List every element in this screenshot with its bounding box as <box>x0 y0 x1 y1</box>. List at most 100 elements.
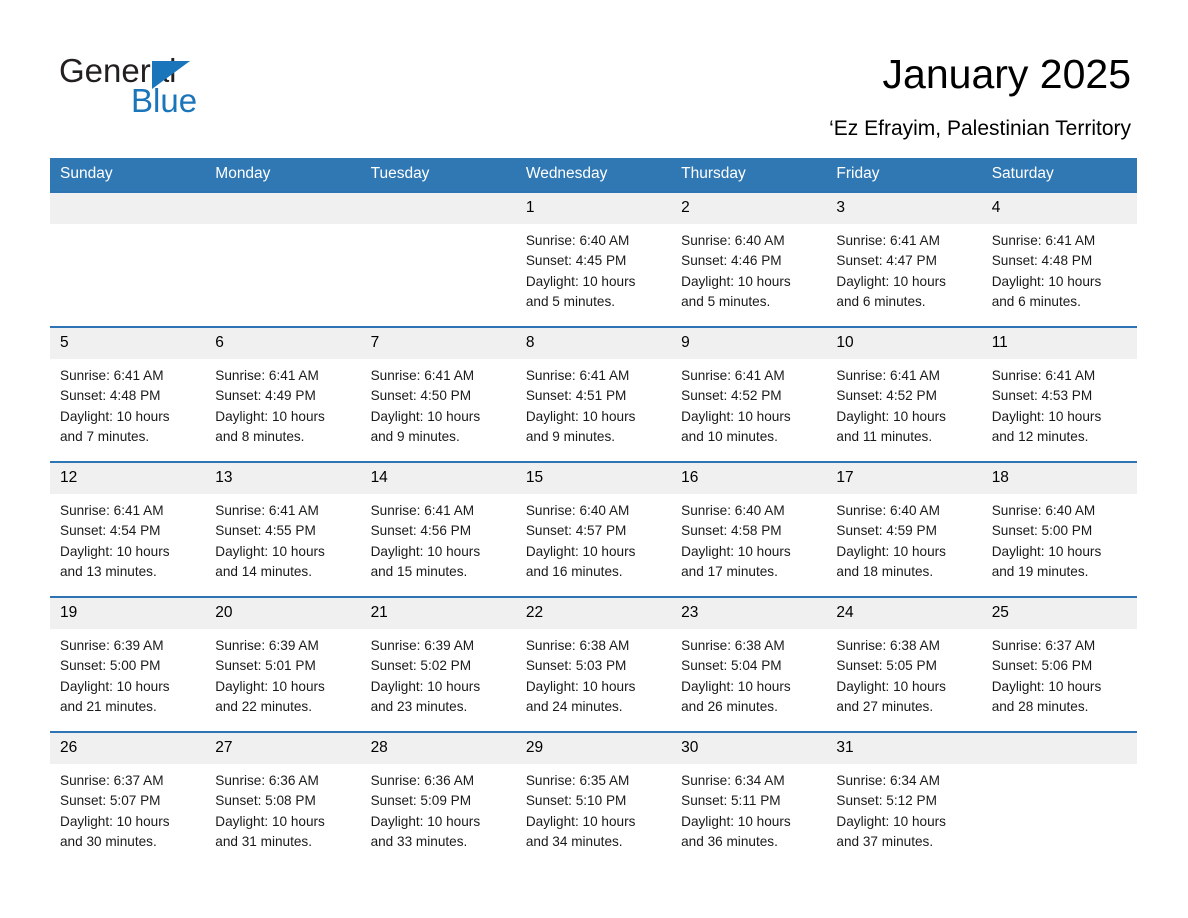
weekday-header-monday: Monday <box>205 158 361 192</box>
day-number: 7 <box>360 328 516 359</box>
daylight-text-line1: Daylight: 10 hours <box>525 678 636 694</box>
day-details: Sunrise: 6:35 AM Sunset: 5:10 PM Daylight:… <box>516 764 671 852</box>
sunrise-text: Sunrise: 6:41 AM <box>60 503 164 518</box>
weekday-header-friday: Friday <box>826 158 982 192</box>
sunset-text: Sunset: 5:09 PM <box>370 793 472 809</box>
day-details: Sunrise: 6:41 AM Sunset: 4:50 PM Daylight:… <box>361 359 516 447</box>
daylight-text-line2: and 31 minutes. <box>215 833 313 849</box>
daylight-text-line1: Daylight: 10 hours <box>991 678 1102 694</box>
day-number <box>50 193 206 224</box>
calendar-day-cell[interactable]: 21 Sunrise: 6:39 AM Sunset: 5:02 PM Dayligh… <box>360 596 516 732</box>
day-details: Sunrise: 6:41 AM Sunset: 4:54 PM Daylight:… <box>50 494 205 582</box>
calendar-day-cell[interactable]: 2 Sunrise: 6:40 AM Sunset: 4:46 PM Daylight… <box>671 191 827 327</box>
calendar-day-cell[interactable]: 30 Sunrise: 6:34 AM Sunset: 5:11 PM Dayligh… <box>671 731 827 866</box>
daylight-text-line1: Daylight: 10 hours <box>836 543 946 559</box>
calendar-day-cell[interactable]: 10 Sunrise: 6:41 AM Sunset: 4:52 PM Dayligh… <box>826 326 982 462</box>
sunrise-text: Sunrise: 6:41 AM <box>836 233 940 248</box>
calendar-day-cell[interactable]: 1 Sunrise: 6:40 AM Sunset: 4:45 PM Daylight… <box>515 191 672 327</box>
daylight-text-line1: Daylight: 10 hours <box>681 678 791 694</box>
calendar-day-cell[interactable]: 22 Sunrise: 6:38 AM Sunset: 5:03 PM Dayligh… <box>515 596 672 732</box>
daylight-text-line2: and 5 minutes. <box>525 293 616 309</box>
day-details: Sunrise: 6:38 AM Sunset: 5:05 PM Daylight:… <box>826 629 981 717</box>
daylight-text-line2: and 26 minutes. <box>681 698 778 714</box>
calendar-day-cell[interactable]: 7 Sunrise: 6:41 AM Sunset: 4:50 PM Daylight… <box>360 326 516 462</box>
calendar-day-cell[interactable]: 3 Sunrise: 6:41 AM Sunset: 4:47 PM Daylight… <box>826 191 982 327</box>
day-details: Sunrise: 6:41 AM Sunset: 4:56 PM Daylight:… <box>361 494 516 582</box>
calendar-day-cell[interactable]: 24 Sunrise: 6:38 AM Sunset: 5:05 PM Dayligh… <box>826 596 982 732</box>
sunrise-text: Sunrise: 6:39 AM <box>370 638 475 653</box>
day-number: 9 <box>671 328 827 359</box>
day-number: 11 <box>981 328 1137 359</box>
daylight-text-line1: Daylight: 10 hours <box>681 813 791 829</box>
sunrise-text: Sunrise: 6:41 AM <box>215 368 319 383</box>
day-details: Sunrise: 6:40 AM Sunset: 4:45 PM Daylight:… <box>516 224 671 312</box>
calendar-day-cell[interactable]: 18 Sunrise: 6:40 AM Sunset: 5:00 PM Dayligh… <box>981 461 1137 597</box>
daylight-text-line2: and 34 minutes. <box>525 833 623 849</box>
daylight-text-line2: and 9 minutes. <box>525 428 616 444</box>
day-number: 30 <box>671 733 827 764</box>
day-details: Sunrise: 6:34 AM Sunset: 5:12 PM Daylight:… <box>826 764 981 852</box>
calendar-day-cell[interactable]: 9 Sunrise: 6:41 AM Sunset: 4:52 PM Daylight… <box>671 326 827 462</box>
calendar-day-cell[interactable]: 16 Sunrise: 6:40 AM Sunset: 4:58 PM Dayligh… <box>671 461 827 597</box>
calendar-day-cell[interactable]: 8 Sunrise: 6:41 AM Sunset: 4:51 PM Daylight… <box>515 326 672 462</box>
sunset-text: Sunset: 4:55 PM <box>215 523 316 539</box>
daylight-text-line1: Daylight: 10 hours <box>60 678 170 694</box>
calendar-week-row: 19 Sunrise: 6:39 AM Sunset: 5:00 PM Dayligh… <box>50 596 1137 732</box>
sunrise-text: Sunrise: 6:34 AM <box>681 773 785 788</box>
day-number: 21 <box>360 598 516 629</box>
sunrise-text: Sunrise: 6:40 AM <box>836 503 940 518</box>
sunrise-text: Sunrise: 6:40 AM <box>991 503 1096 518</box>
calendar-day-cell[interactable]: 27 Sunrise: 6:36 AM Sunset: 5:08 PM Dayligh… <box>205 731 361 866</box>
daylight-text-line1: Daylight: 10 hours <box>836 408 946 424</box>
day-details: Sunrise: 6:41 AM Sunset: 4:49 PM Daylight:… <box>205 359 360 447</box>
calendar-day-cell[interactable]: 12 Sunrise: 6:41 AM Sunset: 4:54 PM Dayligh… <box>50 461 206 597</box>
day-number: 14 <box>360 463 516 494</box>
day-details: Sunrise: 6:40 AM Sunset: 4:46 PM Daylight:… <box>671 224 826 312</box>
day-details: Sunrise: 6:34 AM Sunset: 5:11 PM Daylight:… <box>671 764 826 852</box>
sunset-text: Sunset: 4:59 PM <box>836 523 937 539</box>
calendar-day-cell[interactable]: 17 Sunrise: 6:40 AM Sunset: 4:59 PM Dayligh… <box>826 461 982 597</box>
calendar-day-cell[interactable]: 15 Sunrise: 6:40 AM Sunset: 4:57 PM Dayligh… <box>515 461 672 597</box>
calendar-day-cell[interactable]: 14 Sunrise: 6:41 AM Sunset: 4:56 PM Dayligh… <box>360 461 516 597</box>
sunset-text: Sunset: 5:07 PM <box>60 793 161 809</box>
sunset-text: Sunset: 5:05 PM <box>836 658 937 674</box>
sunrise-text: Sunrise: 6:38 AM <box>681 638 785 653</box>
calendar-day-cell[interactable]: 11 Sunrise: 6:41 AM Sunset: 4:53 PM Dayligh… <box>981 326 1137 462</box>
calendar-day-cell[interactable]: 31 Sunrise: 6:34 AM Sunset: 5:12 PM Dayligh… <box>826 731 982 866</box>
sunrise-text: Sunrise: 6:40 AM <box>525 503 630 518</box>
daylight-text-line1: Daylight: 10 hours <box>991 273 1102 289</box>
daylight-text-line1: Daylight: 10 hours <box>370 678 481 694</box>
page-header: General Blue January 2025 ‘Ez Efrayim, P… <box>0 0 1188 155</box>
calendar-day-cell[interactable]: 29 Sunrise: 6:35 AM Sunset: 5:10 PM Dayligh… <box>515 731 672 866</box>
calendar-day-cell[interactable]: 5 Sunrise: 6:41 AM Sunset: 4:48 PM Daylight… <box>50 326 206 462</box>
calendar-day-cell[interactable]: 4 Sunrise: 6:41 AM Sunset: 4:48 PM Daylight… <box>981 191 1137 327</box>
daylight-text-line2: and 11 minutes. <box>836 428 933 444</box>
calendar-day-cell[interactable]: 23 Sunrise: 6:38 AM Sunset: 5:04 PM Dayligh… <box>671 596 827 732</box>
daylight-text-line2: and 6 minutes. <box>991 293 1081 309</box>
sunrise-text: Sunrise: 6:38 AM <box>525 638 630 653</box>
day-number: 10 <box>826 328 982 359</box>
daylight-text-line2: and 15 minutes. <box>370 563 468 579</box>
calendar-day-cell[interactable]: 20 Sunrise: 6:39 AM Sunset: 5:01 PM Dayligh… <box>205 596 361 732</box>
calendar-day-cell[interactable]: 13 Sunrise: 6:41 AM Sunset: 4:55 PM Dayligh… <box>205 461 361 597</box>
sunset-text: Sunset: 4:54 PM <box>60 523 161 539</box>
calendar-container: Sunday Monday Tuesday Wednesday Thursday… <box>50 158 1137 866</box>
calendar-day-cell[interactable]: 26 Sunrise: 6:37 AM Sunset: 5:07 PM Dayligh… <box>50 731 206 866</box>
calendar-day-cell[interactable]: 25 Sunrise: 6:37 AM Sunset: 5:06 PM Dayligh… <box>981 596 1137 732</box>
day-details: Sunrise: 6:41 AM Sunset: 4:52 PM Daylight:… <box>671 359 826 447</box>
day-number: 24 <box>826 598 982 629</box>
day-details: Sunrise: 6:41 AM Sunset: 4:51 PM Daylight:… <box>516 359 671 447</box>
calendar-day-cell[interactable]: 28 Sunrise: 6:36 AM Sunset: 5:09 PM Dayligh… <box>360 731 516 866</box>
day-number: 31 <box>826 733 982 764</box>
calendar-day-cell[interactable]: 6 Sunrise: 6:41 AM Sunset: 4:49 PM Daylight… <box>205 326 361 462</box>
calendar-cell-empty <box>981 731 1137 866</box>
day-details: Sunrise: 6:38 AM Sunset: 5:03 PM Daylight:… <box>516 629 671 717</box>
daylight-text-line2: and 16 minutes. <box>525 563 623 579</box>
calendar-day-cell[interactable]: 19 Sunrise: 6:39 AM Sunset: 5:00 PM Dayligh… <box>50 596 206 732</box>
sunset-text: Sunset: 4:57 PM <box>525 523 627 539</box>
sunset-text: Sunset: 4:48 PM <box>991 253 1093 269</box>
daylight-text-line2: and 18 minutes. <box>836 563 934 579</box>
daylight-text-line1: Daylight: 10 hours <box>215 408 325 424</box>
daylight-text-line1: Daylight: 10 hours <box>525 813 636 829</box>
daylight-text-line2: and 13 minutes. <box>60 563 157 579</box>
